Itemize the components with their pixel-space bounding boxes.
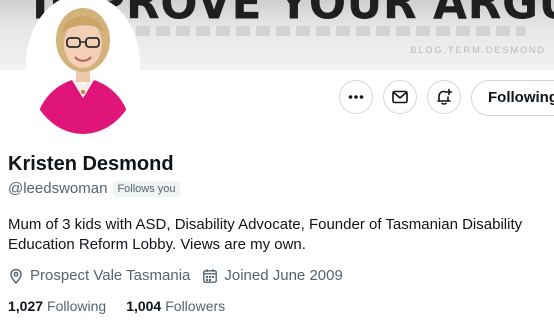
location-item: Prospect Vale Tasmania [8,267,190,284]
banner-subtext [96,26,526,36]
follow-stats: 1,027 Following 1,004 Followers [8,298,225,314]
location-pin-icon [10,268,22,284]
following-label: Following [47,298,107,314]
followers-stat-link[interactable]: 1,004 Followers [126,298,225,314]
more-button[interactable] [339,80,373,114]
notifications-button[interactable] [427,80,461,114]
profile-name: Kristen Desmond [8,153,174,175]
banner-credit: BLOG.TERM.DESMOND [410,45,546,55]
profile-bio: Mum of 3 kids with ASD, Disability Advoc… [8,216,523,253]
message-button[interactable] [383,80,417,114]
following-button[interactable]: Following [471,80,554,116]
bell-plus-icon [437,88,453,105]
joined-text: Joined June 2009 [224,267,343,284]
follows-you-badge: Follows you [113,180,180,197]
following-count: 1,027 [8,298,44,314]
avatar[interactable] [26,0,140,134]
handle-row: @leedswoman Follows you [8,180,180,197]
following-stat-link[interactable]: 1,027 Following [8,298,106,314]
followers-label: Followers [165,298,226,314]
envelope-icon [392,90,408,104]
joined-item: Joined June 2009 [202,267,343,284]
avatar-photo [26,0,140,134]
followers-count: 1,004 [126,298,162,314]
more-horizontal-icon [348,95,364,99]
profile-handle: @leedswoman [8,180,108,197]
location-text: Prospect Vale Tasmania [30,267,191,284]
calendar-icon [203,268,218,283]
profile-meta: Prospect Vale Tasmania Joined June 2009 [8,267,343,284]
